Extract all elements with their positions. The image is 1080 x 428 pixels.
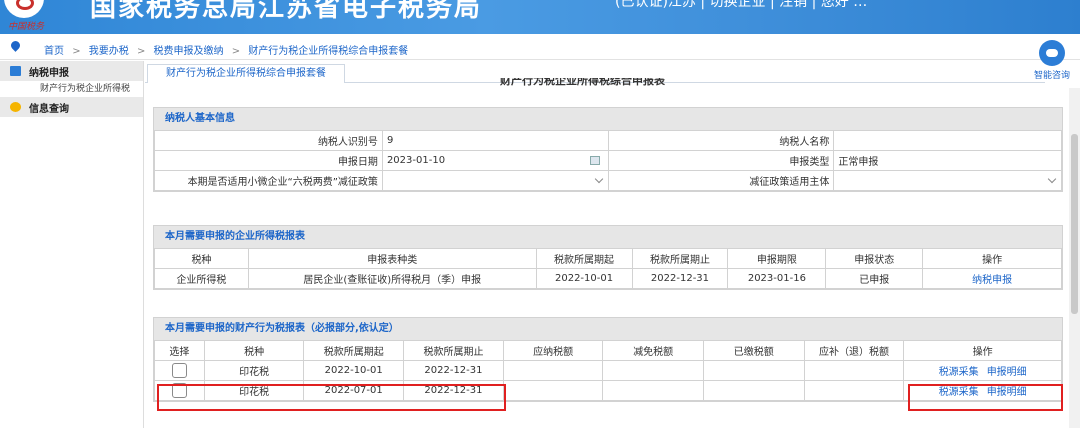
source-collect-link[interactable]: 税源采集 — [939, 367, 979, 378]
table-cell: 2022-10-01 — [535, 268, 633, 289]
form-title: 财产行为税企业所得税综合申报表 — [500, 78, 665, 87]
sidebar-item-info-query[interactable]: 信息查询 — [0, 97, 143, 117]
row-checkbox[interactable] — [171, 363, 187, 378]
subject-label: 减征政策适用主体 — [607, 170, 835, 191]
panel-header: 本月需要申报的财产行为税报表（必报部分,依认定） — [154, 318, 1062, 340]
assistant-icon — [1039, 40, 1065, 66]
column-header: 应补（退）税额 — [803, 340, 905, 361]
table-cell: 已申报 — [825, 268, 924, 289]
breadcrumb-home[interactable]: 首页 — [44, 46, 64, 57]
table-cell: 印花税 — [203, 360, 305, 381]
site-banner: 中国税务 国家税务总局江苏省电子税务局 (已认证)江苏 | 切换企业 | 注销 … — [0, 0, 1080, 34]
table-cell — [702, 380, 805, 401]
breadcrumb: 首页 > 我要办税 > 税费申报及缴纳 > 财产行为税企业所得税综合申报套餐 — [0, 36, 1080, 60]
action-cell: 税源采集 申报明细 — [903, 360, 1062, 381]
table-row: 印花税 2022-10-01 2022-12-31 税源采集 申报明细 — [154, 360, 1062, 381]
policy-select[interactable] — [381, 170, 609, 191]
location-pin-icon — [9, 39, 22, 52]
declare-detail-link[interactable]: 申报明细 — [987, 367, 1027, 378]
table-cell: 居民企业(查账征收)所得税月（季）申报 — [247, 268, 537, 289]
calendar-icon[interactable] — [589, 156, 600, 165]
sidebar: 纳税申报 财产行为税企业所得税 信息查询 — [0, 61, 144, 428]
declare-date-field[interactable]: 2023-01-10 — [381, 150, 609, 171]
taxpayer-name-value — [833, 130, 1062, 151]
income-tax-table: 税种 申报表种类 税款所属期起 税款所属期止 申报期限 申报状态 操作 企业所得… — [154, 248, 1062, 289]
chevron-down-icon — [594, 174, 603, 184]
table-cell: 2023-01-16 — [727, 268, 827, 289]
column-header: 应纳税额 — [502, 340, 604, 361]
tab-combined-declaration[interactable]: 财产行为税企业所得税综合申报套餐 — [147, 64, 345, 83]
breadcrumb-current[interactable]: 财产行为税企业所得税综合申报套餐 — [248, 46, 408, 57]
column-header: 申报表种类 — [247, 248, 537, 269]
column-header: 税款所属期起 — [535, 248, 633, 269]
income-tax-panel: 本月需要申报的企业所得税报表 税种 申报表种类 税款所属期起 税款所属期止 申报… — [153, 225, 1063, 290]
scrollbar-thumb[interactable] — [1071, 134, 1078, 314]
column-header: 操作 — [922, 248, 1062, 269]
table-cell — [602, 380, 704, 401]
subject-select[interactable] — [833, 170, 1062, 191]
table-cell — [602, 360, 704, 381]
policy-label: 本期是否适用小微企业“六税两费”减征政策 — [154, 170, 383, 191]
panel-header: 本月需要申报的企业所得税报表 — [154, 226, 1062, 248]
table-cell — [502, 360, 604, 381]
declare-link[interactable]: 纳税申报 — [972, 275, 1012, 286]
panel-header: 纳税人基本信息 — [154, 108, 1062, 130]
column-header: 申报状态 — [825, 248, 924, 269]
smart-consult-button[interactable]: 智能咨询 — [1030, 40, 1074, 81]
assistant-label: 智能咨询 — [1033, 71, 1070, 81]
table-cell: 2022-12-31 — [631, 268, 729, 289]
chevron-down-icon — [1047, 174, 1057, 184]
logo-text: 中国税务 — [8, 22, 45, 32]
sidebar-item-label: 信息查询 — [29, 103, 69, 115]
declare-date-label: 申报日期 — [154, 150, 383, 171]
table-cell — [803, 360, 905, 381]
tax-logo — [4, 0, 44, 18]
declare-type-label: 申报类型 — [607, 150, 835, 171]
scrollbar[interactable] — [1069, 88, 1080, 428]
declare-date-value: 2023-01-10 — [386, 155, 446, 166]
top-links[interactable]: (已认证)江苏 | 切换企业 | 注销 | 您好 … — [615, 0, 867, 11]
action-cell: 纳税申报 — [922, 268, 1062, 289]
breadcrumb-tax-declare[interactable]: 税费申报及缴纳 — [154, 46, 224, 57]
table-cell — [502, 380, 604, 401]
chat-icon — [10, 102, 21, 112]
taxpayer-info-table: 纳税人识别号 9 纳税人名称 申报日期 2023-01-10 申报类型 正常申报… — [154, 130, 1062, 191]
table-cell: 2022-12-31 — [403, 360, 504, 381]
table-cell — [702, 360, 805, 381]
taxpayer-id-label: 纳税人识别号 — [154, 130, 383, 151]
select-cell — [154, 360, 205, 381]
site-title: 国家税务总局江苏省电子税务局 — [90, 0, 483, 23]
taxpayer-info-panel: 纳税人基本信息 纳税人识别号 9 纳税人名称 申报日期 2023-01-10 申… — [153, 107, 1063, 192]
grid-icon — [10, 66, 21, 76]
column-header: 税种 — [154, 248, 249, 269]
column-header: 减免税额 — [602, 340, 704, 361]
breadcrumb-separator: > — [136, 46, 146, 57]
taxpayer-name-label: 纳税人名称 — [607, 130, 835, 151]
table-cell: 2022-10-01 — [303, 360, 405, 381]
column-header: 已缴税额 — [702, 340, 805, 361]
column-header: 选择 — [154, 340, 205, 361]
declare-type-value: 正常申报 — [833, 150, 1062, 171]
column-header: 操作 — [903, 340, 1062, 361]
emblem-icon — [16, 0, 34, 10]
sidebar-item-label: 纳税申报 — [29, 67, 69, 79]
column-header: 税款所属期止 — [631, 248, 729, 269]
sidebar-item-tax-declaration[interactable]: 纳税申报 — [0, 61, 143, 81]
table-cell: 企业所得税 — [154, 268, 249, 289]
table-row: 企业所得税 居民企业(查账征收)所得税月（季）申报 2022-10-01 202… — [154, 268, 1062, 289]
column-header: 申报期限 — [727, 248, 827, 269]
sidebar-subitem[interactable]: 财产行为税企业所得税 — [0, 81, 143, 97]
table-cell — [803, 380, 905, 401]
taxpayer-id-value: 9 — [381, 130, 609, 151]
breadcrumb-separator: > — [231, 46, 241, 57]
highlight-box-actions — [908, 384, 1063, 411]
column-header: 税款所属期止 — [403, 340, 504, 361]
column-header: 税款所属期起 — [303, 340, 405, 361]
breadcrumb-do-tax[interactable]: 我要办税 — [89, 46, 129, 57]
column-header: 税种 — [203, 340, 305, 361]
highlight-box-row — [157, 384, 506, 411]
breadcrumb-separator: > — [72, 46, 81, 57]
